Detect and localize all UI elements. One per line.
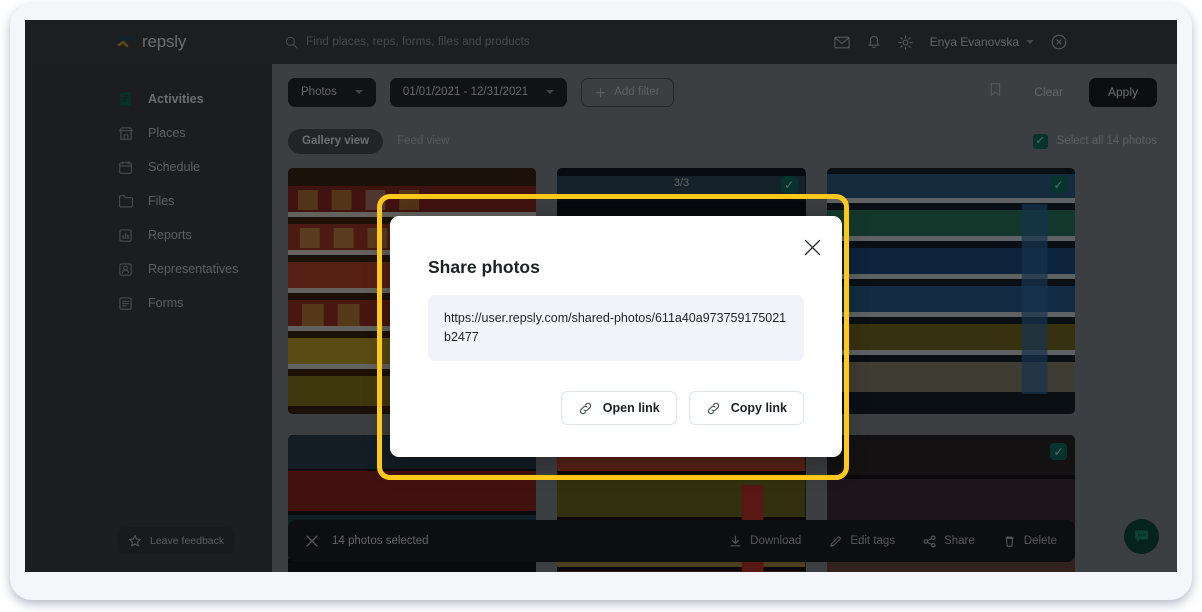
photo-selected-checkbox[interactable]: ✓ (1049, 443, 1067, 460)
trash-icon (1005, 536, 1014, 547)
open-link-button[interactable]: Open link (560, 391, 677, 425)
user-name-label: Enya Evanovska (929, 35, 1019, 49)
date-range-label: 01/01/2021 - 12/31/2021 (402, 86, 529, 98)
top-bar-actions: Enya Evanovska (833, 20, 1067, 64)
store-icon (117, 125, 134, 142)
chevron-down-icon (354, 90, 363, 94)
select-all-label: Select all 14 photos (1056, 135, 1157, 147)
photos-type-filter-label: Photos (301, 86, 337, 98)
share-icon (923, 534, 936, 548)
link-icon (578, 401, 593, 416)
sidebar-item-files[interactable]: Files (25, 184, 272, 218)
leave-feedback-label: Leave feedback (150, 534, 225, 547)
activities-icon (117, 91, 134, 108)
open-link-label: Open link (602, 401, 660, 415)
share-label: Share (944, 535, 975, 547)
chevron-down-icon (546, 90, 555, 94)
close-selection-icon[interactable] (306, 535, 318, 547)
date-range-filter[interactable]: 01/01/2021 - 12/31/2021 (389, 77, 568, 107)
bell-icon[interactable] (867, 35, 881, 50)
mail-icon[interactable] (833, 36, 850, 49)
filter-bar: Photos 01/01/2021 - 12/31/2021 Add filte… (272, 64, 1177, 120)
photo-selected-checkbox[interactable]: ✓ (1049, 176, 1067, 193)
view-bar: Gallery view Feed view ✓ Select all 14 p… (272, 120, 1177, 162)
tab-feed-view[interactable]: Feed view (383, 129, 463, 154)
pencil-icon (830, 535, 842, 547)
share-photos-modal: Share photos https://user.repsly.com/sha… (390, 216, 842, 457)
add-filter-label: Add filter (614, 86, 660, 98)
star-icon (129, 534, 141, 546)
gear-icon[interactable] (897, 34, 913, 50)
global-search[interactable]: Find places, reps, forms, files and prod… (285, 36, 530, 49)
sidebar-item-label: Files (148, 194, 175, 208)
copy-link-label: Copy link (730, 401, 787, 415)
download-icon (730, 535, 741, 546)
bookmark-icon[interactable] (983, 82, 1008, 102)
chat-support-button[interactable] (1124, 519, 1159, 554)
repsly-mark-icon (117, 34, 137, 48)
user-menu[interactable]: Enya Evanovska (930, 35, 1034, 49)
copy-link-button[interactable]: Copy link (688, 391, 804, 425)
share-link-text[interactable]: https://user.repsly.com/shared-photos/61… (428, 295, 804, 361)
search-input[interactable]: Find places, reps, forms, files and prod… (306, 36, 530, 48)
sidebar-item-activities[interactable]: Activities (25, 82, 272, 116)
sidebar-item-label: Schedule (148, 160, 201, 174)
photo-thumbnail[interactable]: ✓ (826, 168, 1075, 414)
close-icon[interactable] (802, 237, 822, 257)
download-button[interactable]: Download (729, 535, 801, 548)
tab-gallery-view[interactable]: Gallery view (288, 128, 384, 154)
photo-image (826, 168, 1075, 414)
selection-action-bar: 14 photos selected Download Edit tags Sh… (288, 520, 1075, 562)
add-filter-button[interactable]: Add filter (581, 77, 674, 107)
brand-logo[interactable]: repsly (117, 32, 186, 52)
top-bar: repsly Find places, reps, forms, files a… (25, 20, 1177, 64)
sidebar-item-schedule[interactable]: Schedule (25, 150, 272, 184)
edit-tags-label: Edit tags (850, 535, 896, 547)
chevron-down-icon (1026, 40, 1034, 44)
calendar-icon (117, 159, 134, 176)
help-icon[interactable] (1051, 34, 1067, 50)
delete-button[interactable]: Delete (1003, 535, 1057, 548)
form-icon (117, 295, 134, 312)
sidebar-item-forms[interactable]: Forms (25, 286, 272, 320)
plus-icon (595, 87, 606, 97)
selected-count-label: 14 photos selected (332, 535, 429, 547)
sidebar-item-label: Activities (148, 92, 204, 106)
select-all-photos[interactable]: ✓ Select all 14 photos (1032, 133, 1177, 149)
chart-icon (117, 227, 134, 244)
sidebar: Activities Places Schedule Files Reports… (25, 64, 272, 572)
sidebar-item-representatives[interactable]: Representatives (25, 252, 272, 286)
sidebar-item-places[interactable]: Places (25, 116, 272, 150)
sidebar-item-label: Forms (148, 296, 184, 310)
photo-count-badge: 3/3 (673, 177, 690, 189)
brand-name: repsly (142, 32, 187, 51)
sidebar-item-label: Representatives (148, 262, 239, 276)
edit-tags-button[interactable]: Edit tags (829, 535, 895, 548)
user-icon (117, 261, 134, 278)
link-icon (706, 401, 721, 416)
modal-title: Share photos (428, 257, 540, 277)
filter-bar-actions: Clear Apply (983, 77, 1177, 107)
browser-frame: repsly Find places, reps, forms, files a… (10, 4, 1192, 600)
bulk-actions: Download Edit tags Share Delete (729, 534, 1057, 548)
photos-type-filter[interactable]: Photos (288, 77, 376, 107)
chat-bubble-icon (1134, 530, 1149, 543)
leave-feedback-button[interactable]: Leave feedback (117, 527, 236, 554)
modal-actions: Open link Copy link (560, 391, 804, 425)
select-all-checkbox[interactable]: ✓ (1032, 133, 1048, 149)
apply-button[interactable]: Apply (1088, 77, 1157, 107)
sidebar-item-reports[interactable]: Reports (25, 218, 272, 252)
folder-icon (117, 193, 134, 210)
sidebar-item-label: Reports (148, 228, 192, 242)
search-icon (285, 36, 298, 48)
delete-label: Delete (1023, 535, 1057, 547)
photo-selected-checkbox[interactable]: ✓ (780, 176, 798, 193)
sidebar-item-label: Places (148, 126, 186, 140)
download-label: Download (750, 535, 802, 547)
clear-button[interactable]: Clear (1020, 78, 1077, 107)
share-button[interactable]: Share (923, 534, 975, 548)
app-window: repsly Find places, reps, forms, files a… (25, 20, 1177, 572)
